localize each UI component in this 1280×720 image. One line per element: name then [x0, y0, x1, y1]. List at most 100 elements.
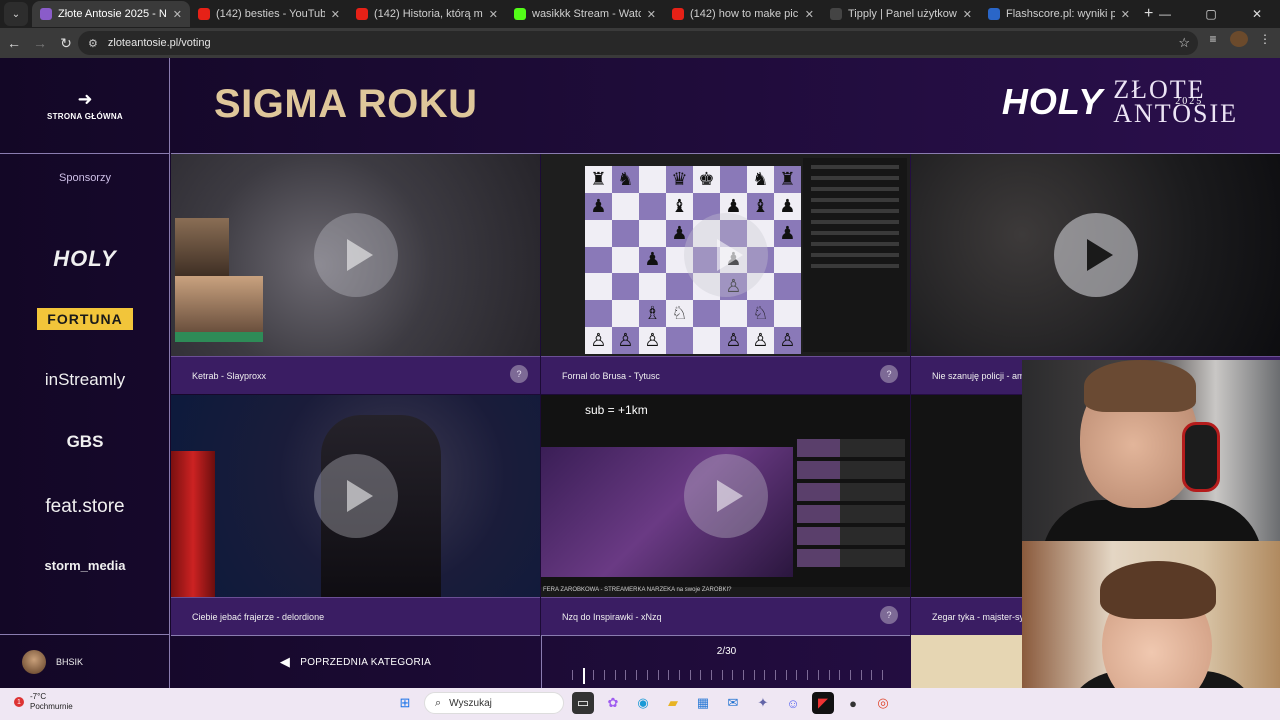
app-icon[interactable]: ◤: [812, 692, 834, 714]
video-thumbnail[interactable]: sub = +1km FERA ZAROBKOWA - STREAMERKA N…: [541, 395, 910, 597]
weather-widget[interactable]: 1 -7°C Pochmurnie: [14, 692, 73, 712]
bookmark-star-icon[interactable]: ☆: [1178, 35, 1190, 51]
taskbar-search[interactable]: ⌕ Wyszukaj: [424, 692, 564, 714]
progress-tick: [614, 670, 616, 680]
brand-year: 2025: [1175, 96, 1204, 107]
sponsor-logo-storm-media[interactable]: storm_media: [0, 558, 170, 573]
holy-logo: HOLY: [1001, 81, 1104, 122]
help-icon[interactable]: ?: [510, 365, 528, 383]
play-icon[interactable]: [683, 213, 768, 297]
chess-square: [612, 246, 639, 274]
video-thumbnail[interactable]: [171, 395, 540, 597]
chess-square: [612, 219, 639, 247]
tab-close-icon[interactable]: ✕: [489, 8, 498, 21]
user-name: BHSIK: [56, 656, 84, 667]
reload-button[interactable]: ↻: [54, 31, 78, 55]
chess-square: [585, 300, 612, 328]
nominee-card[interactable]: sub = +1km FERA ZAROBKOWA - STREAMERKA N…: [541, 395, 910, 635]
video-thumbnail[interactable]: [171, 154, 540, 356]
progress-tick-current: [582, 668, 585, 684]
help-icon[interactable]: ?: [880, 365, 898, 383]
chess-square: [612, 192, 639, 220]
tab-title: Złote Antosie 2025 - Największ: [58, 8, 167, 20]
profile-avatar[interactable]: [1230, 31, 1248, 47]
sponsor-logo-holy[interactable]: HOLY: [0, 246, 170, 272]
nominee-card[interactable]: Ciebie jebać frajerze - delordione: [171, 395, 540, 635]
edge-icon[interactable]: ◉: [632, 692, 654, 714]
progress-tick: [849, 670, 851, 680]
nominee-card[interactable]: ♜ ♞ ♛ ♚ ♞ ♜ ♟ ♝ ♟ ♝ ♟ ♟ ♟ ♟ ♟ ♙ ♗ ♘ ♘ ♙ ♙ ♙ ♙ ♙ ♙ Fornal do Brus…: [541, 154, 910, 394]
sponsor-logo-gbs[interactable]: GBS: [0, 432, 170, 452]
obs-icon[interactable]: ●: [842, 692, 864, 714]
teams-icon[interactable]: ✦: [752, 692, 774, 714]
address-bar[interactable]: ⚙ zloteantosie.pl/voting ☆: [78, 31, 1198, 55]
discord-icon[interactable]: ☺: [782, 692, 804, 714]
file-explorer-icon[interactable]: ▰: [662, 692, 684, 714]
user-profile[interactable]: BHSIK: [0, 634, 170, 688]
play-icon[interactable]: [683, 454, 768, 538]
chess-square: [774, 300, 801, 328]
site-info-icon[interactable]: ⚙: [88, 37, 98, 50]
nominee-card[interactable]: Nie szanuję policji - am: [911, 154, 1280, 394]
chess-square: ♜: [585, 166, 612, 193]
chess-square: ♟: [774, 192, 801, 220]
progress-tick: [604, 670, 606, 680]
chess-square: ♟: [774, 219, 801, 247]
tab-close-icon[interactable]: ✕: [805, 8, 814, 21]
tab-close-icon[interactable]: ✕: [963, 8, 972, 21]
tab-close-icon[interactable]: ✕: [331, 8, 340, 21]
chess-square: ♙: [639, 327, 666, 354]
browser-tab[interactable]: (142) besties - YouTube ✕: [190, 1, 348, 27]
close-window-button[interactable]: ✕: [1234, 0, 1280, 28]
forward-button[interactable]: →: [28, 31, 52, 55]
play-icon[interactable]: [1053, 213, 1138, 297]
task-view-icon[interactable]: ▭: [572, 692, 594, 714]
tab-favicon-icon: [40, 8, 52, 20]
chess-square: ♙: [747, 327, 774, 354]
chess-square: ♟: [639, 246, 666, 274]
help-icon[interactable]: ?: [880, 606, 898, 624]
video-thumbnail[interactable]: [911, 154, 1280, 356]
nominee-card[interactable]: Ketrab - Slayproxx ?: [171, 154, 540, 394]
home-link[interactable]: ➜ STRONA GŁÓWNA: [0, 58, 170, 154]
tab-close-icon[interactable]: ✕: [1121, 8, 1130, 21]
outlook-icon[interactable]: ✉: [722, 692, 744, 714]
back-button[interactable]: ←: [2, 31, 26, 55]
browser-tab[interactable]: Tipply | Panel użytkownika ✕: [822, 1, 980, 27]
play-icon[interactable]: [313, 454, 398, 538]
windows-start-icon[interactable]: ⊞: [394, 692, 416, 714]
nominee-caption: Nzq do Inspirawki - xNzq: [541, 597, 910, 635]
browser-toolbar: ← → ↻ ⚙ zloteantosie.pl/voting ☆ ≡ ⋮: [0, 28, 1280, 58]
url-text: zloteantosie.pl/voting: [107, 37, 211, 49]
taskbar-apps: ⊞ ⌕ Wyszukaj ▭ ✿ ◉ ▰ ▦ ✉ ✦ ☺ ◤ ● ◎: [394, 692, 894, 714]
progress-tick: [828, 670, 830, 680]
weather-temp: -7°C: [30, 692, 47, 701]
media-controls-icon[interactable]: ≡: [1204, 32, 1222, 46]
chess-square: [639, 192, 666, 220]
browser-tab[interactable]: Złote Antosie 2025 - Największ ✕: [32, 1, 190, 27]
browser-menu-icon[interactable]: ⋮: [1256, 32, 1274, 46]
previous-category-button[interactable]: ◀ POPRZEDNIA KATEGORIA: [171, 635, 540, 688]
previous-category-label: POPRZEDNIA KATEGORIA: [300, 656, 432, 668]
chess-square: ♟: [585, 192, 612, 220]
sponsor-logo-instreamly[interactable]: inStreamly: [0, 370, 170, 390]
browser-tab[interactable]: (142) Historia, którą musisz zna ✕: [348, 1, 506, 27]
copilot-icon[interactable]: ✿: [602, 692, 624, 714]
progress-tick: [625, 670, 627, 680]
maximize-button[interactable]: ▢: [1188, 0, 1234, 28]
tab-title: (142) Historia, którą musisz zna: [374, 8, 483, 20]
tab-close-icon[interactable]: ✕: [647, 8, 656, 21]
minimize-button[interactable]: —: [1142, 0, 1188, 28]
play-icon[interactable]: [313, 213, 398, 297]
browser-tab[interactable]: Flashscore.pl: wyniki piłki nożn ✕: [980, 1, 1138, 27]
tab-search-button[interactable]: ⌄: [4, 2, 28, 26]
sponsor-logo-featstore[interactable]: feat.store: [0, 496, 170, 518]
store-icon[interactable]: ▦: [692, 692, 714, 714]
browser-tab[interactable]: (142) how to make pickle peps ✕: [664, 1, 822, 27]
sponsor-logo-fortuna[interactable]: FORTUNA: [0, 308, 170, 330]
browser-tab[interactable]: wasikkk Stream - Watch Live o ✕: [506, 1, 664, 27]
tab-close-icon[interactable]: ✕: [173, 8, 182, 21]
chess-square: [774, 246, 801, 274]
video-thumbnail[interactable]: ♜ ♞ ♛ ♚ ♞ ♜ ♟ ♝ ♟ ♝ ♟ ♟ ♟ ♟ ♟ ♙ ♗ ♘ ♘ ♙ ♙ ♙ ♙ ♙ ♙: [541, 154, 910, 356]
chrome-icon[interactable]: ◎: [872, 692, 894, 714]
